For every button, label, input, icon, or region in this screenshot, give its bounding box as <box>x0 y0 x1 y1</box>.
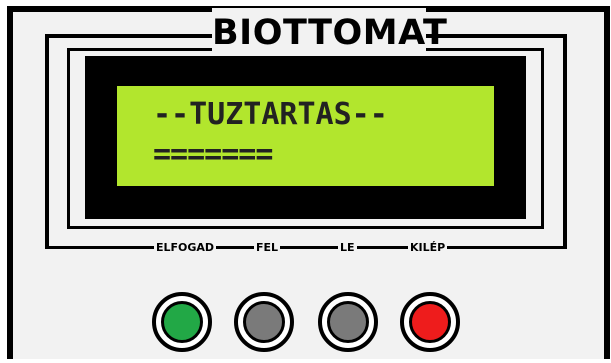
label-fel: FEL <box>254 241 281 255</box>
elfogad-button-face <box>161 301 203 343</box>
lcd-line-1: --TUZTARTAS-- <box>153 97 388 132</box>
lcd-line-2: ======= <box>153 137 273 172</box>
le-button-face <box>327 301 369 343</box>
kilep-button-face <box>409 301 451 343</box>
label-kilep: KILÉP <box>408 241 448 255</box>
inner-frame-left <box>67 48 70 228</box>
inner-frame-top-left <box>67 48 215 51</box>
frame-right-line <box>563 34 567 248</box>
frame-top-left-line <box>45 34 215 38</box>
brand-title: BIOTTOMAT <box>212 8 447 58</box>
le-button[interactable] <box>318 292 378 352</box>
label-le: LE <box>338 241 357 255</box>
inner-frame-bottom <box>67 226 544 229</box>
frame-bottom-line <box>45 246 567 249</box>
elfogad-button[interactable] <box>152 292 212 352</box>
frame-left-line <box>45 34 49 248</box>
fel-button-face <box>243 301 285 343</box>
kilep-button[interactable] <box>400 292 460 352</box>
inner-frame-right <box>541 48 544 228</box>
label-elfogad: ELFOGAD <box>154 241 217 255</box>
fel-button[interactable] <box>234 292 294 352</box>
lcd-screen: --TUZTARTAS-- ======= <box>117 86 494 186</box>
